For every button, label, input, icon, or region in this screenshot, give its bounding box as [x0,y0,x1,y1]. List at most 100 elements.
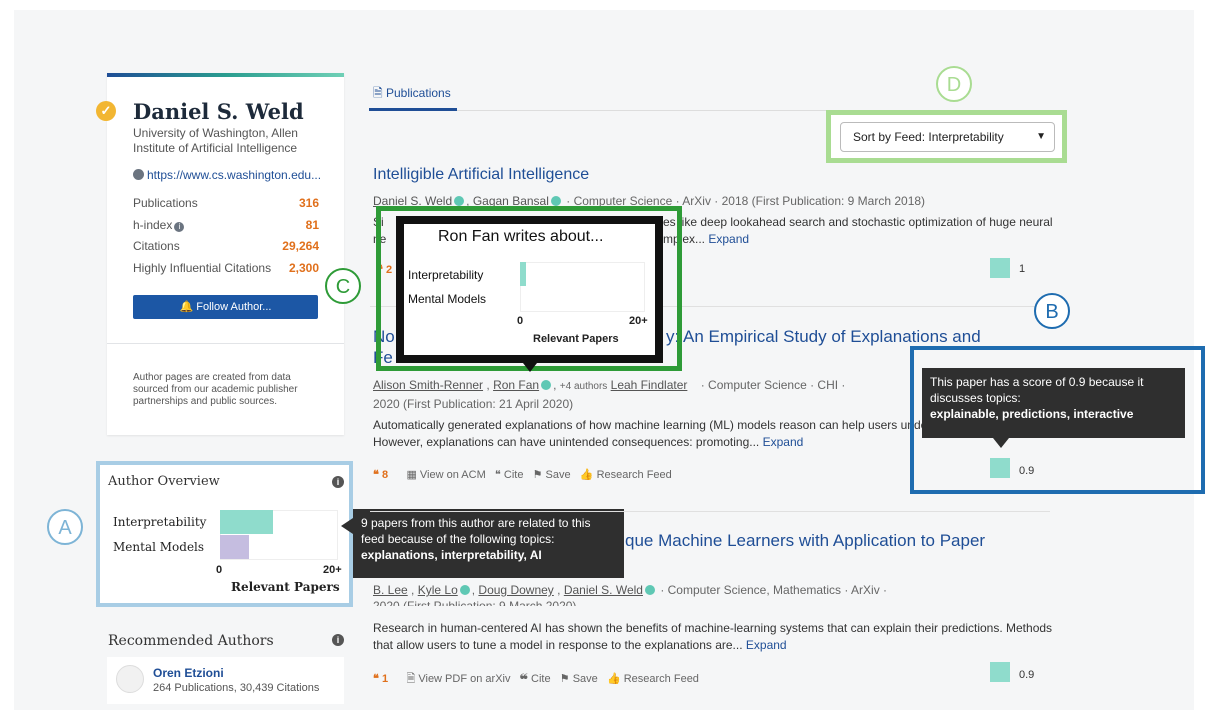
cite-label: Cite [503,469,524,481]
overview-bar-interpretability [220,510,273,534]
citation-count: ❝ 8 [373,469,389,481]
author-link[interactable]: Kyle Lo [418,583,458,597]
follow-author-button[interactable]: 🔔 Follow Author... [133,295,318,319]
avatar [116,665,144,693]
paper-title-fragment[interactable]: y: An Empirical Study of Explanations an… [666,327,981,347]
sort-value: Sort by Feed: Interpretability [853,130,1004,144]
axis-max-label: 20+ [323,564,342,576]
score-value: 1 [1019,263,1026,275]
paper-title[interactable]: que Machine Learners with Application to… [625,531,985,551]
callout-a-label: A [47,509,83,545]
tooltip-bar-interpretability [520,262,526,286]
axis-min-label: 0 [216,564,223,576]
author-link[interactable]: Ron Fan [493,378,539,392]
view-link[interactable]: ▦ View on ACM [406,469,485,481]
paper-actions: ❝ 1 🗎 View PDF on arXiv ❝ Cite ⚑ Save 👍 … [373,670,699,689]
citation-count: ❝ 1 [373,673,389,685]
save-button[interactable]: ⚑ Save [560,673,598,685]
callout-d-label: D [936,66,972,102]
feed-label: Research Feed [623,673,699,685]
tooltip-topics: explanations, interpretability, AI [361,548,542,562]
view-pdf-link[interactable]: 🗎 View PDF on arXiv [406,673,510,685]
verified-icon: ✓ [96,101,116,121]
globe-icon [133,169,144,180]
expand-link[interactable]: Expand [708,232,749,246]
paper-venue: · Computer Science · CHI · [700,378,846,392]
stat-citations: Citations 29,264 [133,239,319,253]
author-badge-icon [454,196,465,206]
research-feed-button[interactable]: 👍 Research Feed [580,469,672,481]
homepage-url: https://www.cs.washington.edu... [147,168,322,182]
stat-label: Publications [133,196,198,210]
author-name: Daniel S. Weld [133,99,304,124]
tab-active-indicator [369,108,457,111]
cite-label: Cite [531,673,551,685]
bell-icon: 🔔 [179,301,194,313]
paper-abstract: Research in human-centered AI has shown … [373,621,1053,635]
axis-title: Relevant Papers [533,333,619,345]
stat-publications: Publications 316 [133,196,319,210]
tooltip-text: This paper has a score of 0.9 because it… [930,375,1144,405]
recommended-authors-title: Recommended Authors [108,633,274,649]
recommended-author-name[interactable]: Oren Etzioni [153,666,224,680]
overview-row-label: Interpretability [113,515,207,529]
follow-label: Follow Author... [196,301,272,313]
paper-actions: ❝ 8 ▦ View on ACM ❝ Cite ⚑ Save 👍 Resear… [373,468,672,481]
overview-tooltip: 9 papers from this author are related to… [353,509,624,578]
document-icon: 🗎 [373,86,383,100]
cite-button[interactable]: ❝ Cite [495,469,524,481]
expand-link[interactable]: Expand [763,435,804,449]
view-label: View on ACM [419,469,486,481]
abstract-text: However, explanations can have unintende… [373,435,760,449]
score-tooltip: This paper has a score of 0.9 because it… [922,368,1185,438]
divider [370,511,1050,512]
author-link[interactable]: Doug Downey [478,583,553,597]
score-square[interactable] [990,258,1010,278]
score-square[interactable] [990,662,1010,682]
tooltip-pointer [523,363,537,372]
info-icon[interactable]: i [332,476,344,488]
author-affiliation: University of Washington, Allen Institut… [133,126,298,155]
author-link[interactable]: Alison Smith-Renner [373,378,483,392]
author-overview-title: Author Overview [108,474,220,489]
stat-influential-citations: Highly Influential Citations 2,300 [133,261,319,275]
tooltip-row-label: Interpretability [408,268,484,282]
stat-label: Citations [133,239,180,253]
info-icon[interactable]: i [332,634,344,646]
research-feed-button[interactable]: 👍 Research Feed [607,673,699,685]
tab-publications[interactable]: 🗎 Publications [373,84,451,105]
callout-c-label: C [325,268,361,304]
paper-meta: B. Lee , Kyle Lo, Doug Downey , Daniel S… [373,583,888,597]
author-link[interactable]: Daniel S. Weld [564,583,643,597]
score-value: 0.9 [1019,669,1035,681]
paper-venue: · Computer Science, Mathematics · ArXiv … [660,583,888,597]
tab-label: Publications [386,86,451,100]
tooltip-pointer [993,438,1009,448]
tooltip-pointer [341,518,353,534]
paper-abstract-fragment: es like deep lookahead search and stocha… [663,215,1053,229]
info-icon[interactable]: i [174,222,185,232]
paper-meta: Alison Smith-Renner , Ron Fan, +4 author… [373,378,846,392]
paper-title[interactable]: Intelligible Artificial Intelligence [373,166,589,184]
author-badge-icon [644,585,655,595]
expand-link[interactable]: Expand [746,638,787,652]
chevron-down-icon: ▼ [1036,131,1046,142]
abstract-text: that allow users to tune a model in resp… [373,638,743,652]
paper-date: 2020 (First Publication: 21 April 2020) [373,397,574,411]
paper-abstract: Automatically generated explanations of … [373,418,928,432]
tooltip-chart [520,262,645,312]
save-button[interactable]: ⚑ Save [533,469,571,481]
sort-dropdown[interactable]: Sort by Feed: Interpretability ▼ [840,122,1055,152]
stat-value: 29,264 [282,239,319,253]
overview-bar-mental-models [220,535,249,559]
tooltip-row-label: Mental Models [408,292,487,306]
more-authors-link[interactable]: +4 authors [560,381,608,392]
author-homepage-link[interactable]: https://www.cs.washington.edu... [133,168,321,182]
tooltip-topics: explainable, predictions, interactive [930,407,1134,421]
cite-button[interactable]: ❝ Cite [520,673,551,685]
author-link[interactable]: B. Lee [373,583,408,597]
overview-row-label: Mental Models [113,540,205,554]
recommended-author-stats: 264 Publications, 30,439 Citations [153,682,320,694]
author-link[interactable]: Leah Findlater [611,378,688,392]
tooltip-title: Ron Fan writes about... [438,228,604,245]
